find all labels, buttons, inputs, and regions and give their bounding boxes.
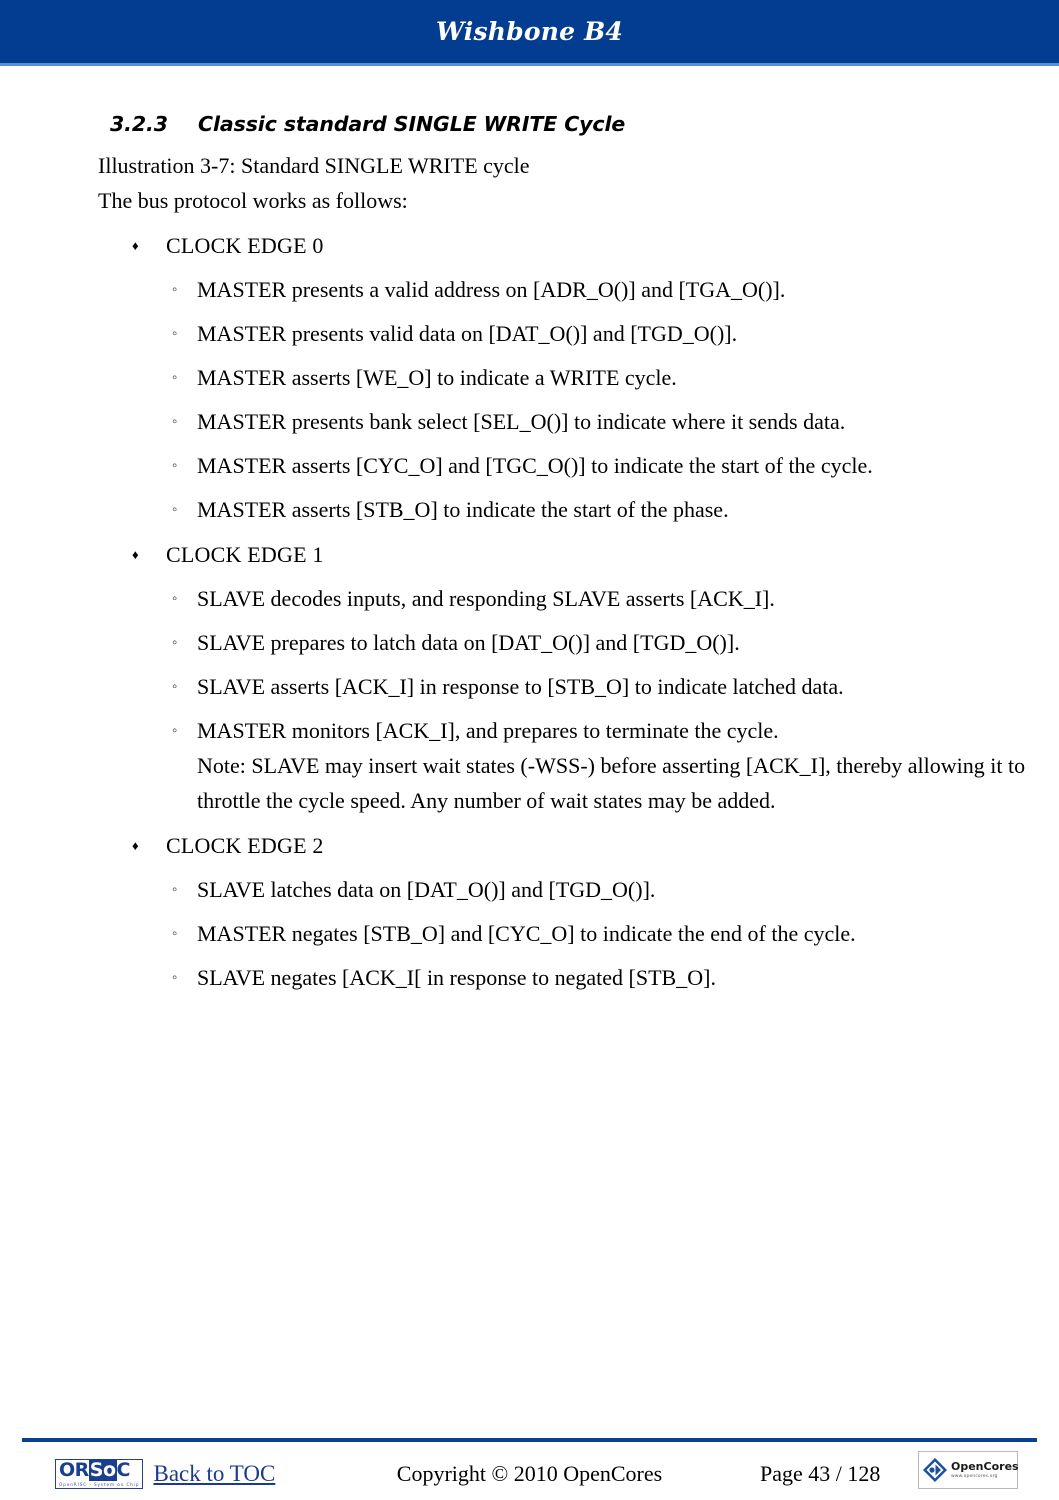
diamond-bullet-icon: ♦ (132, 238, 139, 253)
circle-bullet-icon: ◦ (172, 882, 178, 898)
circle-bullet-icon: ◦ (172, 414, 178, 430)
circle-bullet-icon: ◦ (172, 723, 178, 739)
diamond-bullet-icon: ♦ (132, 547, 139, 562)
list-item-text: SLAVE asserts [ACK_I] in response to [ST… (197, 674, 844, 699)
list-item-text: SLAVE prepares to latch data on [DAT_O()… (197, 630, 740, 655)
circle-bullet-icon: ◦ (172, 458, 178, 474)
page-footer: ORSoC OpenRISC - System on Chip Back to … (0, 1448, 1059, 1500)
circle-bullet-icon: ◦ (172, 502, 178, 518)
section-heading: 3.2.3 Classic standard SINGLE WRITE Cycle (0, 112, 1059, 136)
list-item-text: MASTER asserts [CYC_O] and [TGC_O()] to … (197, 453, 873, 478)
clock-edge-group: ♦ CLOCK EDGE 0 (0, 228, 1059, 263)
clock-edge-group: ♦ CLOCK EDGE 1 (0, 537, 1059, 572)
orsoc-logo-part2: So (88, 1458, 117, 1481)
list-item-text: SLAVE decodes inputs, and responding SLA… (197, 586, 775, 611)
document-content: 3.2.3 Classic standard SINGLE WRITE Cycle… (0, 66, 1059, 995)
circle-bullet-icon: ◦ (172, 282, 178, 298)
list-item: ◦ SLAVE prepares to latch data on [DAT_O… (0, 625, 1059, 660)
clock-edge-groups: ♦ CLOCK EDGE 0 ◦ MASTER presents a valid… (0, 228, 1059, 995)
list-item: ◦ MASTER presents a valid address on [AD… (0, 272, 1059, 307)
opencores-mark-icon (922, 1457, 948, 1483)
list-item: ◦ MASTER presents bank select [SEL_O()] … (0, 404, 1059, 439)
page-header: Wishbone B4 (0, 0, 1059, 66)
list-item: ◦ MASTER presents valid data on [DAT_O()… (0, 316, 1059, 351)
clock-edge-group: ♦ CLOCK EDGE 2 (0, 828, 1059, 863)
list-item: ◦ MASTER asserts [CYC_O] and [TGC_O()] t… (0, 448, 1059, 483)
circle-bullet-icon: ◦ (172, 679, 178, 695)
clock-edge-label: CLOCK EDGE 2 (166, 833, 324, 858)
list-item-text: MASTER presents a valid address on [ADR_… (197, 277, 786, 302)
list-item-text: MASTER presents bank select [SEL_O()] to… (197, 409, 846, 434)
note-line: Note: SLAVE may insert wait states (-WSS… (197, 753, 903, 778)
page-number: Page 43 / 128 (760, 1461, 881, 1486)
list-item-text: MASTER presents valid data on [DAT_O()] … (197, 321, 738, 346)
footer-left-group: ORSoC OpenRISC - System on Chip Back to … (55, 1458, 275, 1490)
opencores-logo-url: www.opencores.org (951, 1473, 998, 1479)
list-item-text: MASTER negates [STB_O] and [CYC_O] to in… (197, 921, 856, 946)
orsoc-logo-part3: C (116, 1458, 131, 1481)
list-item-text: MASTER asserts [WE_O] to indicate a WRIT… (197, 365, 677, 390)
illustration-caption: Illustration 3-7: Standard SINGLE WRITE … (98, 153, 530, 178)
clock-edge-1-items: ◦ SLAVE decodes inputs, and responding S… (0, 581, 1059, 818)
circle-bullet-icon: ◦ (172, 591, 178, 607)
list-item: ◦ SLAVE asserts [ACK_I] in response to [… (0, 669, 1059, 704)
opencores-logo-name: OpenCores (951, 1459, 1019, 1473)
list-item: ◦ SLAVE decodes inputs, and responding S… (0, 581, 1059, 616)
list-item-text: SLAVE negates [ACK_I[ in response to neg… (197, 965, 716, 990)
clock-edge-label: CLOCK EDGE 0 (166, 233, 324, 258)
page-title: Wishbone B4 (435, 17, 624, 46)
circle-bullet-icon: ◦ (172, 635, 178, 651)
orsoc-logo-wordmark: ORSoC (59, 1458, 139, 1482)
intro-text: The bus protocol works as follows: (98, 188, 408, 213)
list-item: ◦ SLAVE latches data on [DAT_O()] and [T… (0, 872, 1059, 907)
circle-bullet-icon: ◦ (172, 970, 178, 986)
list-item-with-note: ◦ MASTER monitors [ACK_I], and prepares … (0, 713, 1059, 818)
list-item-text: MASTER asserts [STB_O] to indicate the s… (197, 497, 729, 522)
orsoc-logo-subtitle: OpenRISC - System on Chip (59, 1481, 140, 1487)
circle-bullet-icon: ◦ (172, 326, 178, 342)
section-number: 3.2.3 (110, 112, 168, 136)
list-item: ◦ SLAVE negates [ACK_I[ in response to n… (0, 960, 1059, 995)
back-to-toc-link[interactable]: Back to TOC (153, 1461, 275, 1487)
list-item: ◦ MASTER asserts [WE_O] to indicate a WR… (0, 360, 1059, 395)
list-item: ◦ MASTER negates [STB_O] and [CYC_O] to … (0, 916, 1059, 951)
section-title: Classic standard SINGLE WRITE Cycle (198, 112, 626, 136)
clock-edge-label: CLOCK EDGE 1 (166, 542, 324, 567)
orsoc-logo-part1: OR (59, 1458, 89, 1481)
list-item-text: MASTER monitors [ACK_I], and prepares to… (197, 718, 779, 743)
footer-divider (22, 1438, 1037, 1442)
opencores-logo[interactable]: OpenCores www.opencores.org (918, 1451, 1019, 1489)
diamond-bullet-icon: ♦ (132, 838, 139, 853)
clock-edge-0-items: ◦ MASTER presents a valid address on [AD… (0, 272, 1059, 527)
orsoc-logo[interactable]: ORSoC OpenRISC - System on Chip (55, 1458, 144, 1490)
list-item: ◦ MASTER asserts [STB_O] to indicate the… (0, 492, 1059, 527)
opencores-logo-text: OpenCores www.opencores.org (951, 1461, 1019, 1479)
clock-edge-2-items: ◦ SLAVE latches data on [DAT_O()] and [T… (0, 872, 1059, 995)
circle-bullet-icon: ◦ (172, 370, 178, 386)
circle-bullet-icon: ◦ (172, 926, 178, 942)
list-item-text: SLAVE latches data on [DAT_O()] and [TGD… (197, 877, 656, 902)
